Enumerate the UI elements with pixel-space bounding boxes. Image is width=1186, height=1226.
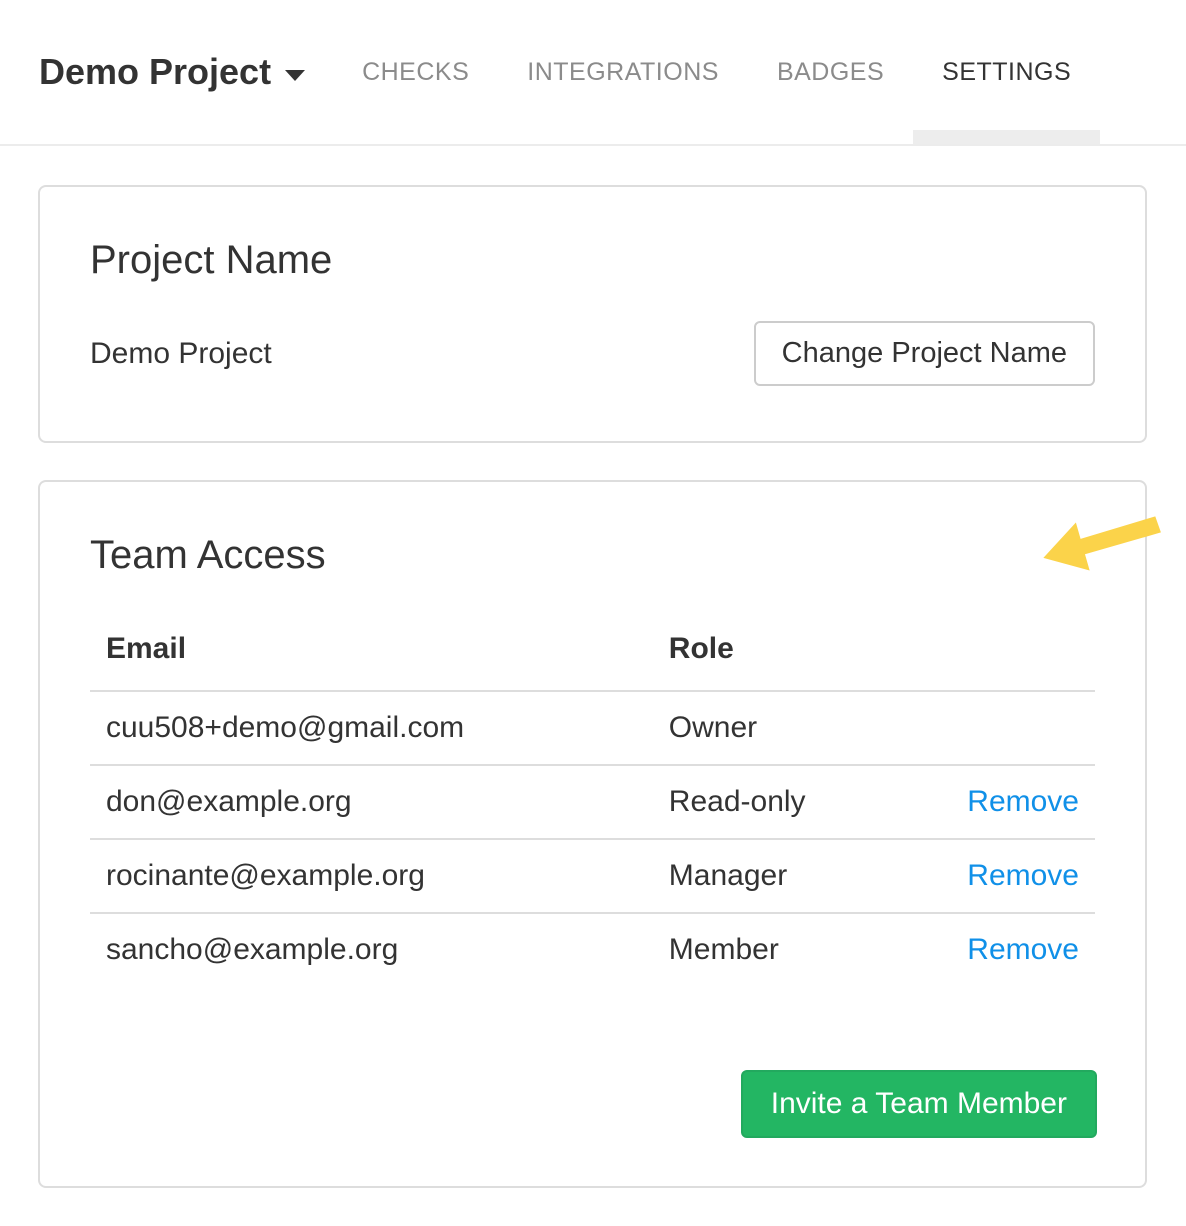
team-access-card: Team Access Email Role cuu508+demo@gmail… <box>38 480 1147 1188</box>
table-row: rocinante@example.org Manager Remove <box>90 839 1095 913</box>
table-row: don@example.org Read-only Remove <box>90 765 1095 839</box>
project-name-card-title: Project Name <box>90 237 1095 283</box>
tab-badges[interactable]: BADGES <box>748 0 913 144</box>
role-cell: Manager <box>653 839 944 913</box>
main-nav: CHECKS INTEGRATIONS BADGES SETTINGS <box>333 0 1100 144</box>
project-switcher-label: Demo Project <box>39 51 271 93</box>
email-cell: rocinante@example.org <box>90 839 653 913</box>
team-members-table: Email Role cuu508+demo@gmail.com Owner d… <box>90 618 1095 986</box>
action-cell <box>944 691 1095 765</box>
tab-checks[interactable]: CHECKS <box>333 0 498 144</box>
email-cell: sancho@example.org <box>90 913 653 986</box>
email-cell: cuu508+demo@gmail.com <box>90 691 653 765</box>
project-name-card: Project Name Demo Project Change Project… <box>38 185 1147 443</box>
invite-team-member-button[interactable]: Invite a Team Member <box>741 1070 1097 1138</box>
action-cell: Remove <box>944 839 1095 913</box>
action-cell: Remove <box>944 913 1095 986</box>
team-access-card-title: Team Access <box>90 532 1095 578</box>
role-cell: Read-only <box>653 765 944 839</box>
table-row: sancho@example.org Member Remove <box>90 913 1095 986</box>
remove-member-link[interactable]: Remove <box>967 785 1079 818</box>
email-column-header: Email <box>90 618 653 691</box>
role-cell: Member <box>653 913 944 986</box>
remove-member-link[interactable]: Remove <box>967 933 1079 966</box>
role-column-header: Role <box>653 618 944 691</box>
remove-member-link[interactable]: Remove <box>967 859 1079 892</box>
action-cell: Remove <box>944 765 1095 839</box>
current-project-name: Demo Project <box>90 337 272 371</box>
table-header-row: Email Role <box>90 618 1095 691</box>
tab-settings[interactable]: SETTINGS <box>913 0 1100 144</box>
role-cell: Owner <box>653 691 944 765</box>
change-project-name-button[interactable]: Change Project Name <box>754 321 1095 386</box>
project-switcher[interactable]: Demo Project <box>39 51 305 93</box>
top-navbar: Demo Project CHECKS INTEGRATIONS BADGES … <box>0 0 1186 146</box>
project-name-row: Demo Project Change Project Name <box>90 321 1095 386</box>
action-column-header <box>944 618 1095 691</box>
email-cell: don@example.org <box>90 765 653 839</box>
tab-integrations[interactable]: INTEGRATIONS <box>498 0 748 144</box>
caret-down-icon <box>285 70 305 81</box>
table-row: cuu508+demo@gmail.com Owner <box>90 691 1095 765</box>
